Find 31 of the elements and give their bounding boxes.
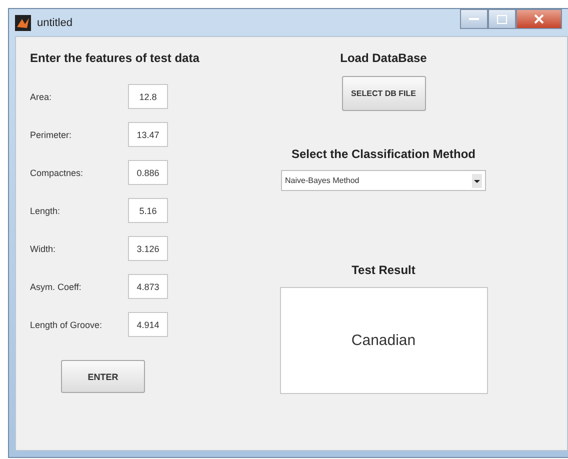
app-icon xyxy=(15,14,31,30)
minimize-button[interactable] xyxy=(460,9,488,29)
field-label: Length of Groove: xyxy=(30,320,104,330)
field-label: Length: xyxy=(30,206,62,216)
method-dropdown[interactable]: Naive-Bayes Method xyxy=(281,170,486,191)
input-field[interactable]: 4.914 xyxy=(128,312,168,337)
input-field[interactable]: 12.8 xyxy=(128,84,168,109)
result-text: Canadian xyxy=(351,332,416,349)
field-label: Width: xyxy=(30,244,57,254)
close-button[interactable] xyxy=(516,9,562,29)
field-label: Perimeter: xyxy=(30,130,73,140)
enter-button[interactable]: ENTER xyxy=(61,360,145,393)
input-field[interactable]: 5.16 xyxy=(128,198,168,223)
field-label: Asym. Coeff: xyxy=(30,282,82,292)
section-heading: Load DataBase xyxy=(340,51,427,65)
input-field[interactable]: 3.126 xyxy=(128,236,168,261)
input-field[interactable]: 13.47 xyxy=(128,122,168,147)
section-heading: Enter the features of test data xyxy=(30,51,200,65)
close-icon xyxy=(534,14,544,24)
section-heading: Select the Classification Method xyxy=(291,147,476,161)
minimize-icon xyxy=(469,17,479,21)
input-field[interactable]: 0.886 xyxy=(128,160,168,185)
select-file-button[interactable]: SELECT DB FILE xyxy=(342,76,426,111)
field-label: Area: xyxy=(30,92,53,102)
caret-icon xyxy=(472,174,482,188)
maximize-icon xyxy=(497,14,507,24)
maximize-button[interactable] xyxy=(488,9,516,29)
section-heading: Test Result xyxy=(352,263,416,277)
input-field[interactable]: 4.873 xyxy=(128,274,168,299)
window-title: untitled xyxy=(37,16,74,28)
field-label: Compactnes: xyxy=(30,168,84,178)
